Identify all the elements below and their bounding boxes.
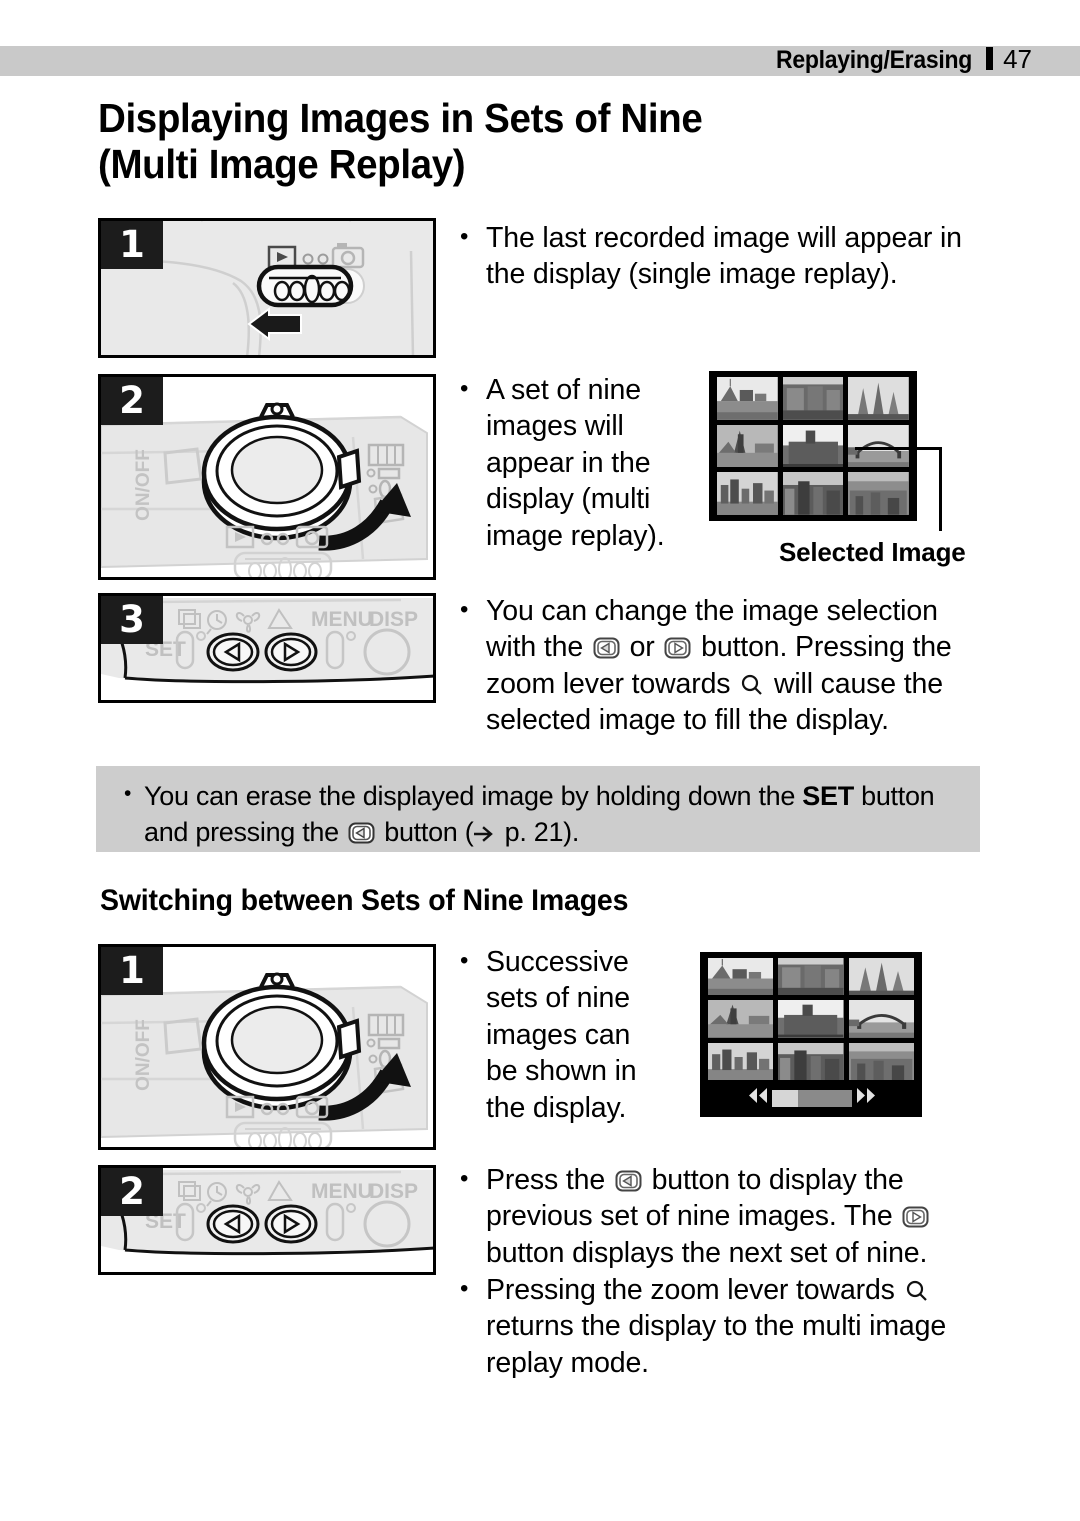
thumbnail-7[interactable] <box>717 472 778 515</box>
step-badge-s2-2: 2 <box>101 1168 163 1216</box>
thumbnail-9[interactable] <box>848 472 909 515</box>
bullet-text: A set of nine images will appear in the … <box>486 374 665 552</box>
note-box: • You can erase the displayed image by h… <box>96 766 980 852</box>
thumbnail-4[interactable] <box>717 424 778 468</box>
illustration-step2-zoom-lever: 2 ON/OFF <box>98 374 436 580</box>
svg-text:DISP: DISP <box>369 608 418 631</box>
bullet-dot: • <box>460 223 469 250</box>
set-scrollbar[interactable] <box>748 1088 876 1108</box>
svg-text:MENU: MENU <box>311 608 373 631</box>
thumbnail-1[interactable] <box>708 958 774 996</box>
bullet-dot: • <box>460 1275 469 1302</box>
bullet-dot: • <box>460 947 469 974</box>
header-divider <box>986 47 994 70</box>
bullet-text-part1: Pressing the zoom lever towards <box>486 1274 903 1306</box>
page-number: 47 <box>1003 44 1032 74</box>
bullet-change-image-selection: • You can change the image selection wit… <box>460 593 985 739</box>
thumbnail-2[interactable] <box>782 377 844 420</box>
lcd-multi-image-grid-2 <box>700 952 922 1117</box>
lcd-multi-image-grid-1 <box>709 371 917 521</box>
set-button-label: SET <box>802 781 854 811</box>
scrollbar-track[interactable] <box>772 1089 852 1107</box>
bullet-dot: • <box>460 596 469 623</box>
bullet-zoom-lever-return: • Pressing the zoom lever towards return… <box>460 1272 985 1381</box>
page-title: Displaying Images in Sets of Nine (Multi… <box>98 95 906 188</box>
magnifier-icon <box>740 670 764 695</box>
page-title-line2: (Multi Image Replay) <box>98 140 466 187</box>
scroll-prev-icon[interactable] <box>748 1087 768 1109</box>
svg-text:ON/OFF: ON/OFF <box>133 1019 154 1091</box>
bullet-prev-next-set: • Press the button to display the previo… <box>460 1162 985 1271</box>
callout-selected-image-label: Selected Image <box>779 537 966 567</box>
thumbnail-8[interactable] <box>778 1042 844 1080</box>
thumbnail-3[interactable] <box>848 377 909 420</box>
note-text: • You can erase the displayed image by h… <box>124 778 962 850</box>
step-badge-3: 3 <box>101 596 163 644</box>
bullet-text-part1: Press the <box>486 1164 613 1196</box>
scrollbar-thumb[interactable] <box>772 1089 798 1107</box>
step-badge-2: 2 <box>101 377 163 425</box>
illustration-step3-button-panel: 3 MENU DISP SET <box>98 593 436 703</box>
callout-line-horizontal <box>855 447 942 450</box>
bullet-dot: • <box>124 782 132 805</box>
bullet-text: Successive sets of nine images can be sh… <box>486 946 637 1124</box>
thumbnail-2[interactable] <box>778 958 844 996</box>
section-title: Switching between Sets of Nine Images <box>100 884 629 917</box>
svg-text:DISP: DISP <box>369 1180 418 1203</box>
thumbnail-grid-2 <box>708 958 914 1080</box>
bullet-text-part3: button displays the next set of nine. <box>486 1236 928 1269</box>
step-badge-1: 1 <box>101 221 163 269</box>
thumbnail-7[interactable] <box>708 1042 774 1080</box>
scroll-next-icon[interactable] <box>856 1087 876 1109</box>
left-arrow-button-icon <box>615 1170 642 1192</box>
thumbnail-6-selected[interactable] <box>848 424 909 468</box>
right-arrow-button-icon <box>664 637 691 659</box>
bullet-text: The last recorded image will appear in t… <box>486 222 962 291</box>
header: Replaying/Erasing 47 <box>759 44 1032 76</box>
bullet-successive-sets: • Successive sets of nine images can be … <box>460 944 665 1126</box>
svg-text:ON/OFF: ON/OFF <box>133 449 154 521</box>
bullet-last-recorded-image: • The last recorded image will appear in… <box>460 220 980 293</box>
note-text-part3: button ( <box>377 817 474 848</box>
header-section-label: Replaying/Erasing <box>776 46 973 74</box>
thumbnail-3[interactable] <box>848 958 914 996</box>
thumbnail-6[interactable] <box>848 1000 914 1038</box>
bullet-text-part2: returns the display to the multi image r… <box>486 1310 947 1379</box>
callout-line-vertical <box>939 447 942 531</box>
thumbnail-4[interactable] <box>708 1000 774 1038</box>
page-reference-arrow-icon <box>474 816 496 842</box>
left-arrow-button-icon <box>593 637 620 659</box>
note-page-ref: p. 21). <box>497 817 580 848</box>
left-arrow-button-icon <box>348 822 375 844</box>
thumbnail-5[interactable] <box>778 1000 844 1038</box>
illustration-s2-step1-zoom-lever: 1 ON/OFF <box>98 944 436 1150</box>
thumbnail-grid <box>717 377 909 515</box>
note-text-part1: You can erase the displayed image by hol… <box>144 781 803 811</box>
thumbnail-8[interactable] <box>782 472 844 515</box>
right-arrow-button-icon <box>902 1206 929 1228</box>
step-badge-s2-1: 1 <box>101 947 163 995</box>
thumbnail-1[interactable] <box>717 377 778 420</box>
thumbnail-9[interactable] <box>848 1042 914 1080</box>
bullet-dot: • <box>460 1165 469 1192</box>
magnifier-icon <box>905 1276 929 1301</box>
bullet-set-of-nine: • A set of nine images will appear in th… <box>460 372 665 554</box>
thumbnail-5[interactable] <box>782 424 844 468</box>
bullet-text-part2: or <box>621 631 663 664</box>
page-title-line1: Displaying Images in Sets of Nine <box>98 95 703 141</box>
illustration-step1-mode-slider: 1 <box>98 218 436 358</box>
illustration-s2-step2-button-panel: 2 MENU DISP SET <box>98 1165 436 1275</box>
svg-text:MENU: MENU <box>311 1180 373 1203</box>
bullet-dot: • <box>460 375 469 402</box>
